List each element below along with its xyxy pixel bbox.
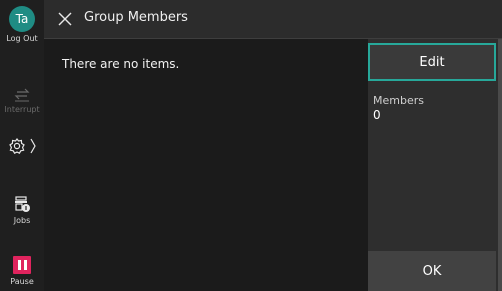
chevron-right-icon (30, 138, 36, 154)
action-panel: Edit Members 0 OK (368, 39, 502, 291)
main-area: Group Members There are no items. Edit M… (44, 0, 502, 291)
members-label: Members (373, 94, 424, 107)
ok-button[interactable]: OK (368, 251, 496, 291)
jobs-label: Jobs (13, 216, 31, 225)
scrollbar[interactable] (498, 39, 502, 291)
logout-button[interactable]: Ta Log Out (0, 6, 44, 43)
members-count: 0 (373, 108, 381, 122)
empty-message: There are no items. (62, 57, 180, 71)
pause-icon (13, 256, 31, 274)
interrupt-icon (14, 88, 30, 102)
interrupt-button[interactable]: Interrupt (0, 86, 44, 114)
sidebar: Ta Log Out Interrupt Jobs Pause (0, 0, 44, 291)
members-list: There are no items. (44, 39, 368, 291)
close-icon[interactable] (54, 8, 76, 30)
pause-button[interactable]: Pause (0, 256, 44, 286)
jobs-button[interactable]: Jobs (0, 194, 44, 225)
settings-button[interactable] (0, 136, 44, 156)
gear-icon (9, 138, 36, 154)
edit-button[interactable]: Edit (368, 43, 496, 81)
pause-label: Pause (10, 277, 34, 286)
page-title: Group Members (84, 10, 188, 25)
user-avatar: Ta (9, 6, 35, 32)
title-bar: Group Members (44, 0, 502, 39)
interrupt-label: Interrupt (4, 105, 40, 114)
logout-label: Log Out (6, 34, 38, 43)
jobs-icon (15, 196, 30, 212)
